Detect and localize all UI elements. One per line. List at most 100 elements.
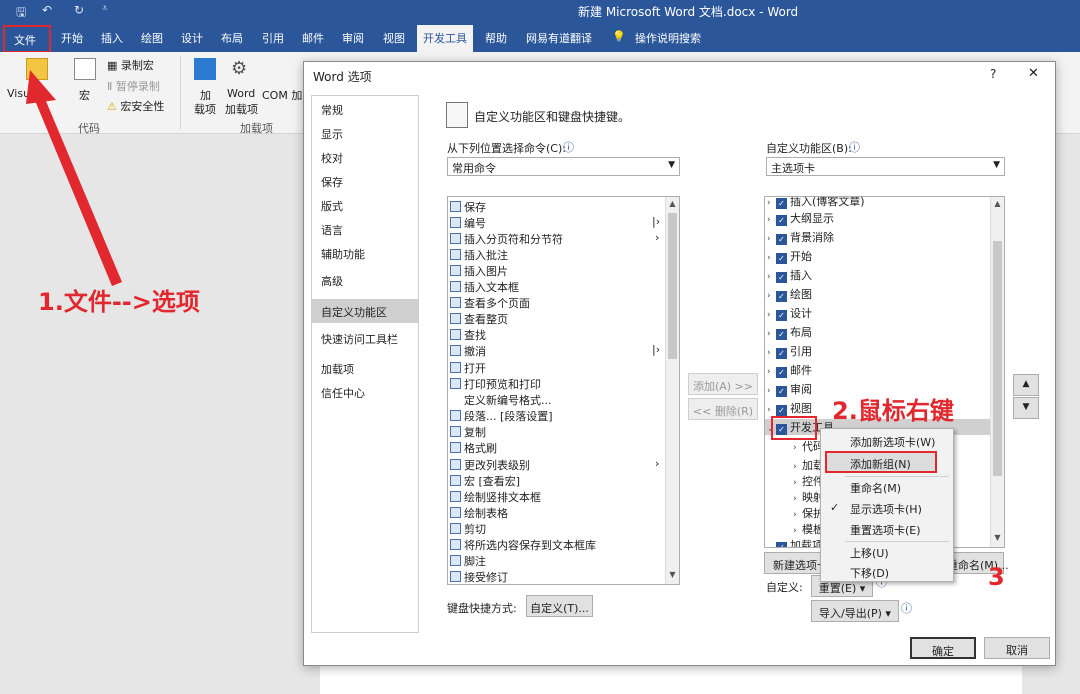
scroll-down-icon[interactable]: ▼ [992,533,1003,545]
list-item[interactable]: 查找 [450,327,486,343]
list-item[interactable]: 绘制竖排文本框 [450,489,541,505]
chevron-down-icon: ▼ [668,160,675,170]
customize-keyboard-button[interactable]: 自定义(T)... [526,595,593,617]
nav-accessibility[interactable]: 辅助功能 [321,246,365,262]
cancel-button[interactable]: 取消 [984,637,1050,659]
customize-ribbon-icon [446,102,468,128]
info-icon: ⓘ [901,602,912,615]
choose-commands-value: 常用命令 [452,162,496,175]
help-icon[interactable]: ? [990,67,996,81]
scroll-up-icon[interactable]: ▲ [667,199,678,211]
scroll-down-icon[interactable]: ▼ [667,570,678,582]
list-item[interactable]: 接受修订 [450,569,508,584]
menu-add-new-group[interactable]: 添加新组(N) [850,456,911,472]
tree-item[interactable]: › ✓ 邮件 [767,362,812,378]
menu-move-down[interactable]: 下移(D) [850,565,889,581]
menu-reset-tab[interactable]: 重置选项卡(E) [850,522,921,538]
nav-general[interactable]: 常规 [321,102,343,118]
tree-item[interactable]: › ✓ 视图 [767,400,812,416]
menu-rename[interactable]: 重命名(M) [850,480,901,496]
list-item[interactable]: 格式刷 [450,440,497,456]
developer-highlight [771,416,817,440]
menu-show-tab[interactable]: 显示选项卡(H) [850,501,922,517]
list-item[interactable]: 脚注 [450,553,486,569]
scroll-thumb[interactable] [668,213,677,359]
menu-divider [845,541,949,542]
list-item[interactable]: 编号 |› [450,215,660,231]
list-item[interactable]: 段落... [段落设置] [450,408,553,424]
list-item[interactable]: 更改列表级别 › [450,457,659,473]
scroll-up-icon[interactable]: ▲ [992,199,1003,211]
options-nav: 常规 显示 校对 保存 版式 语言 辅助功能 高级 自定义功能区 快速访问工具栏… [311,95,419,633]
triangle-down-icon: ▼ [1022,402,1030,412]
list-item[interactable]: 打开 [450,360,486,376]
annotation-step2: 2.鼠标右键 [832,397,954,425]
tree-item[interactable]: › ✓ 设计 [767,305,812,321]
list-item[interactable]: 撤消 |› [450,343,660,359]
move-up-button[interactable]: ▲ [1013,374,1039,396]
triangle-up-icon: ▲ [1022,379,1030,389]
menu-add-new-tab[interactable]: 添加新选项卡(W) [850,434,935,450]
customize-ribbon-select[interactable]: 主选项卡 ▼ [766,157,1005,176]
list-item[interactable]: 查看多个页面 [450,295,530,311]
commands-list[interactable]: 保存 编号 |› 插入分页符和分节符 › 插入批注 插入图片 插入文本框 查看多个页… [447,196,680,585]
ribbon-tree-scrollbar[interactable]: ▲ ▼ [990,197,1004,547]
annotation-step3: 3 [988,563,1005,591]
nav-customize-ribbon[interactable]: 自定义功能区 [312,299,418,323]
tree-item[interactable]: › ✓ 大纲显示 [767,210,834,226]
list-item[interactable]: 插入图片 [450,263,508,279]
commands-scrollbar[interactable]: ▲ ▼ [665,197,679,584]
tree-item[interactable]: › ✓ 布局 [767,324,812,340]
nav-addins[interactable]: 加载项 [321,361,354,377]
menu-move-up[interactable]: 上移(U) [850,545,889,561]
arrow-step1 [34,94,122,286]
list-item[interactable]: 绘制表格 [450,505,508,521]
remove-button[interactable]: << 删除(R) [688,398,758,420]
tree-item[interactable]: ✓ 加载项 [767,537,823,547]
nav-typography[interactable]: 版式 [321,198,343,214]
dialog-title: Word 选项 [313,70,372,84]
list-item[interactable]: 打印预览和打印 [450,376,541,392]
chevron-down-icon: ▼ [993,160,1000,170]
choose-commands-label: 从下列位置选择命令(C): [447,142,566,155]
nav-proofing[interactable]: 校对 [321,150,343,166]
list-item[interactable]: 宏 [查看宏] [450,473,520,489]
tree-item[interactable]: › ✓ 审阅 [767,381,812,397]
move-down-button[interactable]: ▼ [1013,397,1039,419]
list-item[interactable]: 插入文本框 [450,279,519,295]
ok-button[interactable]: 确定 [910,637,976,659]
list-item[interactable]: 保存 [450,199,486,215]
list-item[interactable]: 插入批注 [450,247,508,263]
tree-item[interactable]: › ✓ 引用 [767,343,812,359]
import-export-dropdown[interactable]: 导入/导出(P) ▾ [811,600,899,622]
customize-ribbon-value: 主选项卡 [771,162,815,175]
info-icon: ⓘ [563,141,574,154]
list-item[interactable]: 查看整页 [450,311,508,327]
list-item[interactable]: 剪切 [450,521,486,537]
choose-commands-select[interactable]: 常用命令 ▼ [447,157,680,176]
nav-language[interactable]: 语言 [321,222,343,238]
add-button[interactable]: 添加(A) >> [688,373,758,395]
customization-label: 自定义: [766,581,803,594]
menu-divider [845,476,949,477]
nav-save[interactable]: 保存 [321,174,343,190]
tree-item[interactable]: › ✓ 开始 [767,248,812,264]
tree-item[interactable]: › ✓ 插入(博客文章) [767,197,865,209]
list-item[interactable]: 将所选内容保存到文本框库 [450,537,596,553]
tree-item[interactable]: › ✓ 插入 [767,267,812,283]
tree-item[interactable]: › ✓ 绘图 [767,286,812,302]
tree-item[interactable]: › ✓ 背景消除 [767,229,834,245]
nav-display[interactable]: 显示 [321,126,343,142]
list-item[interactable]: 复制 [450,424,486,440]
nav-advanced[interactable]: 高级 [321,273,343,289]
nav-trust-center[interactable]: 信任中心 [321,385,365,401]
section-heading: 自定义功能区和键盘快捷键。 [474,110,631,124]
scroll-thumb[interactable] [993,241,1002,476]
customize-ribbon-label: 自定义功能区(B): [766,142,852,155]
nav-quick-access[interactable]: 快速访问工具栏 [321,331,398,347]
new-tab-button[interactable]: 新建选项卡 [764,552,828,574]
checkmark-icon: ✓ [830,501,840,514]
close-icon[interactable]: ✕ [1028,66,1039,81]
list-item[interactable]: 定义新编号格式... [464,392,552,408]
list-item[interactable]: 插入分页符和分节符 › [450,231,659,247]
